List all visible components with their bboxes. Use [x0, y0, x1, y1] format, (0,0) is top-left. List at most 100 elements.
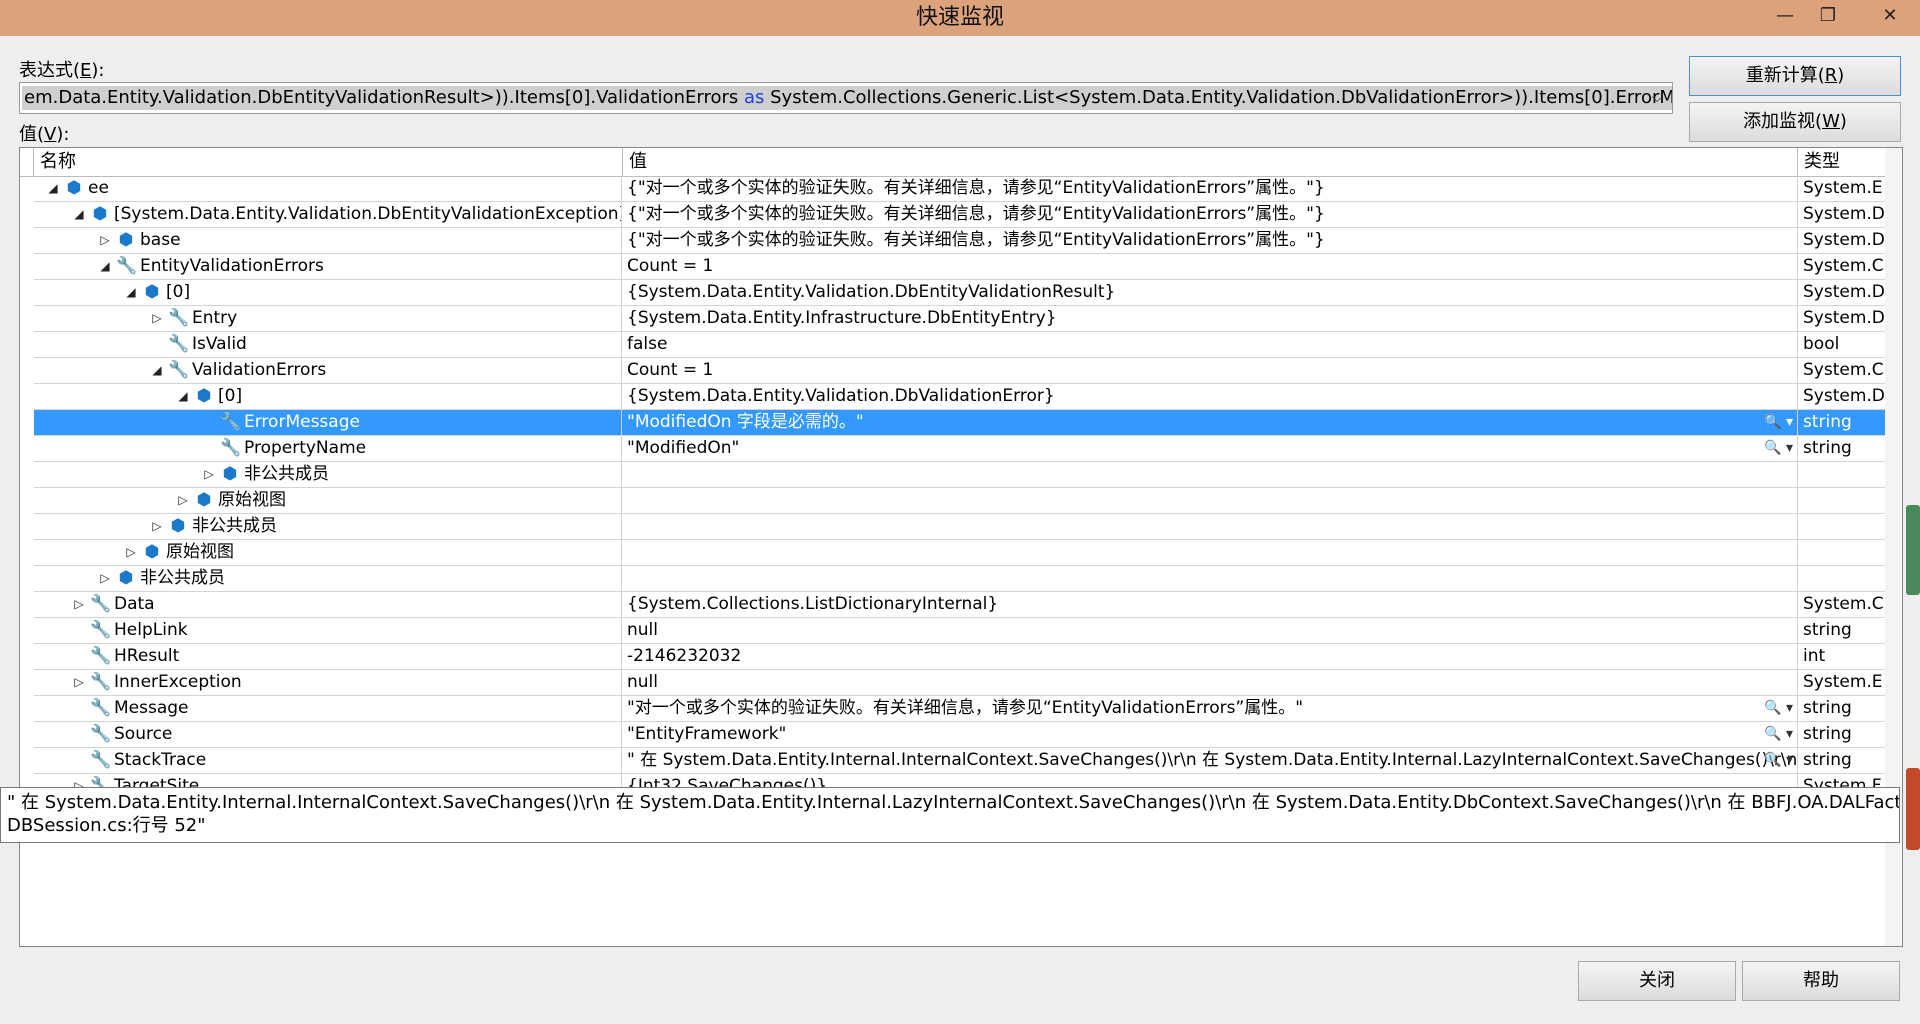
row-value-cell[interactable]: false	[623, 332, 1798, 357]
table-row[interactable]: ◢ ⬢ [0] {System.Data.Entity.Validation.DbEn…	[34, 280, 1885, 306]
row-value-cell[interactable]: null	[623, 670, 1798, 695]
object-icon: ⬢	[92, 204, 108, 224]
row-value-cell[interactable]: Count = 1	[623, 254, 1798, 279]
row-value-cell[interactable]	[623, 462, 1798, 487]
row-value-cell[interactable]: {System.Collections.ListDictionaryIntern…	[623, 592, 1798, 617]
table-row[interactable]: ▷ ⬢ 非公共成员	[34, 462, 1885, 488]
expression-input[interactable]: em.Data.Entity.Validation.DbEntityValida…	[19, 82, 1673, 114]
table-row[interactable]: 🔧 Source "EntityFramework" 🔍 ▾ string	[34, 722, 1885, 748]
help-button[interactable]: 帮助	[1742, 961, 1900, 1001]
row-value-cell[interactable]: {System.Data.Entity.Infrastructure.DbEnt…	[623, 306, 1798, 331]
table-row[interactable]: ▷ ⬢ 非公共成员	[34, 566, 1885, 592]
expression-dropdown-button[interactable]: ⌵	[1642, 83, 1672, 113]
row-value-cell[interactable]: {"对一个或多个实体的验证失败。有关详细信息，请参见“EntityValidat…	[623, 176, 1798, 201]
restore-button[interactable]: ❐	[1806, 0, 1850, 32]
collapsed-toggle-icon[interactable]: ▷	[72, 670, 86, 695]
row-value: {System.Data.Entity.Validation.DbValidat…	[627, 386, 1055, 406]
expanded-toggle-icon[interactable]: ◢	[98, 254, 112, 279]
table-row[interactable]: 🔧 PropertyName "ModifiedOn" 🔍 ▾ string	[34, 436, 1885, 462]
row-value-cell[interactable]: Count = 1	[623, 358, 1798, 383]
row-value-cell[interactable]: "对一个或多个实体的验证失败。有关详细信息，请参见“EntityValidati…	[623, 696, 1798, 721]
column-header-value[interactable]: 值	[623, 148, 1798, 176]
collapsed-toggle-icon[interactable]: ▷	[202, 462, 216, 487]
row-value-cell[interactable]	[623, 488, 1798, 513]
close-window-button[interactable]: ✕	[1862, 0, 1918, 32]
magnifier-icon[interactable]: 🔍 ▾	[1764, 436, 1793, 461]
row-value-cell[interactable]: {"对一个或多个实体的验证失败。有关详细信息，请参见“EntityValidat…	[623, 228, 1798, 253]
row-value-cell[interactable]	[623, 540, 1798, 565]
add-watch-button[interactable]: 添加监视(W)	[1689, 102, 1901, 142]
value-label: 值(V):	[19, 124, 70, 145]
collapsed-toggle-icon[interactable]: ▷	[150, 306, 164, 331]
property-icon: 🔧	[90, 646, 112, 666]
close-button[interactable]: 关闭	[1578, 961, 1736, 1001]
row-value-cell[interactable]	[623, 566, 1798, 591]
row-name-cell: ◢ 🔧 ValidationErrors	[34, 358, 622, 383]
object-icon: ⬢	[118, 568, 134, 588]
table-row[interactable]: 🔧 HResult -2146232032 int	[34, 644, 1885, 670]
collapsed-toggle-icon[interactable]: ▷	[150, 514, 164, 539]
table-row[interactable]: 🔧 StackTrace " 在 System.Data.Entity.Intern…	[34, 748, 1885, 774]
row-type: string	[1803, 438, 1852, 458]
table-row[interactable]: ▷ ⬢ 原始视图	[34, 540, 1885, 566]
table-row[interactable]: ◢ 🔧 ValidationErrors Count = 1 System.C	[34, 358, 1885, 384]
table-row[interactable]: 🔧 Message "对一个或多个实体的验证失败。有关详细信息，请参见“Entity…	[34, 696, 1885, 722]
row-type: string	[1803, 620, 1852, 640]
table-row[interactable]: ▷ 🔧 Data {System.Collections.ListDictionary…	[34, 592, 1885, 618]
collapsed-toggle-icon[interactable]: ▷	[72, 592, 86, 617]
column-header-name[interactable]: 名称	[34, 148, 623, 176]
magnifier-icon[interactable]: 🔍 ▾	[1764, 410, 1793, 435]
row-value-cell[interactable]: {System.Data.Entity.Validation.DbEntityV…	[623, 280, 1798, 305]
table-row[interactable]: ◢ 🔧 EntityValidationErrors Count = 1 System.…	[34, 254, 1885, 280]
collapsed-toggle-icon[interactable]: ▷	[176, 488, 190, 513]
collapsed-toggle-icon[interactable]: ▷	[98, 228, 112, 253]
table-row[interactable]: 🔧 ErrorMessage "ModifiedOn 字段是必需的。" 🔍 ▾ stri…	[34, 410, 1885, 436]
row-value-cell[interactable]: "ModifiedOn 字段是必需的。" 🔍 ▾	[623, 410, 1798, 435]
row-value-cell[interactable]	[623, 514, 1798, 539]
row-type: string	[1803, 724, 1852, 744]
expanded-toggle-icon[interactable]: ◢	[46, 176, 60, 201]
recalculate-button[interactable]: 重新计算(R)	[1689, 56, 1901, 96]
table-row[interactable]: ▷ ⬢ 非公共成员	[34, 514, 1885, 540]
row-value: -2146232032	[627, 646, 742, 666]
minimize-button[interactable]: —	[1763, 0, 1807, 32]
row-value-cell[interactable]: " 在 System.Data.Entity.Internal.Internal…	[623, 748, 1798, 773]
magnifier-icon[interactable]: 🔍 ▾	[1764, 748, 1793, 773]
property-icon: 🔧	[90, 698, 112, 718]
collapsed-toggle-icon[interactable]: ▷	[98, 566, 112, 591]
row-value-cell[interactable]: {System.Data.Entity.Validation.DbValidat…	[623, 384, 1798, 409]
row-name: IsValid	[192, 334, 247, 354]
table-row[interactable]: ◢ ⬢ [0] {System.Data.Entity.Validation.DbVa…	[34, 384, 1885, 410]
row-name: Entry	[192, 308, 238, 328]
row-value-cell[interactable]: {"对一个或多个实体的验证失败。有关详细信息，请参见“EntityValidat…	[623, 202, 1798, 227]
row-name-cell: 🔧 StackTrace	[34, 748, 622, 773]
expanded-toggle-icon[interactable]: ◢	[124, 280, 138, 305]
tooltip-line-1: " 在 System.Data.Entity.Internal.Internal…	[7, 792, 1900, 813]
row-name: ee	[88, 178, 109, 198]
column-header-type[interactable]: 类型	[1798, 148, 1885, 176]
row-value-cell[interactable]: null	[623, 618, 1798, 643]
row-value: {"对一个或多个实体的验证失败。有关详细信息，请参见“EntityValidat…	[627, 178, 1325, 198]
value-tooltip: " 在 System.Data.Entity.Internal.Internal…	[0, 787, 1900, 843]
table-row[interactable]: 🔧 IsValid false bool	[34, 332, 1885, 358]
row-name: Data	[114, 594, 155, 614]
expanded-toggle-icon[interactable]: ◢	[176, 384, 190, 409]
table-row[interactable]: ◢ ⬢ ee {"对一个或多个实体的验证失败。有关详细信息，请参见“EntityVal…	[34, 176, 1885, 202]
row-value-cell[interactable]: "EntityFramework" 🔍 ▾	[623, 722, 1798, 747]
table-row[interactable]: ▷ 🔧 Entry {System.Data.Entity.Infrastructur…	[34, 306, 1885, 332]
table-row[interactable]: ▷ ⬢ 原始视图	[34, 488, 1885, 514]
collapsed-toggle-icon[interactable]: ▷	[124, 540, 138, 565]
table-row[interactable]: ▷ ⬢ base {"对一个或多个实体的验证失败。有关详细信息，请参见“EntityV…	[34, 228, 1885, 254]
row-value-cell[interactable]: "ModifiedOn" 🔍 ▾	[623, 436, 1798, 461]
row-value-cell[interactable]: -2146232032	[623, 644, 1798, 669]
table-row[interactable]: ◢ ⬢ [System.Data.Entity.Validation.DbEntit…	[34, 202, 1885, 228]
magnifier-icon[interactable]: 🔍 ▾	[1764, 696, 1793, 721]
expanded-toggle-icon[interactable]: ◢	[150, 358, 164, 383]
table-row[interactable]: ▷ 🔧 InnerException null System.E	[34, 670, 1885, 696]
row-type: System.D	[1803, 308, 1885, 328]
expanded-toggle-icon[interactable]: ◢	[72, 202, 86, 227]
table-row[interactable]: 🔧 HelpLink null string	[34, 618, 1885, 644]
row-name: StackTrace	[114, 750, 207, 770]
property-icon: 🔧	[168, 308, 190, 328]
magnifier-icon[interactable]: 🔍 ▾	[1764, 722, 1793, 747]
